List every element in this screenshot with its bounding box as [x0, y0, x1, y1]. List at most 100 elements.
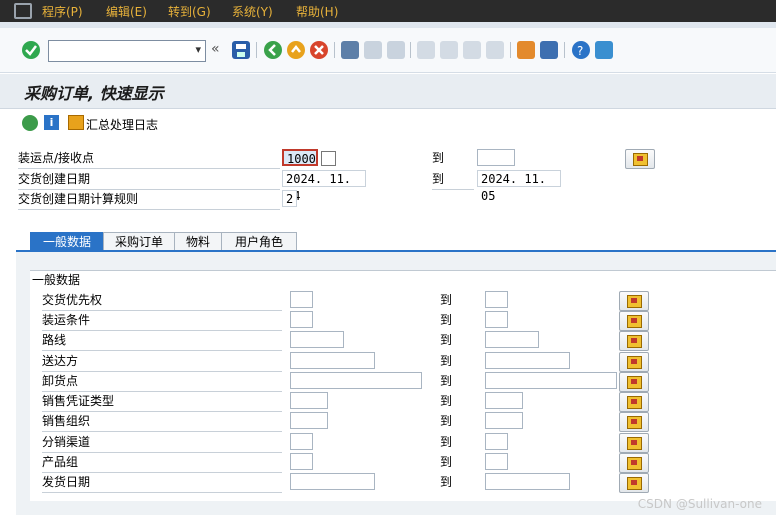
chevron-down-icon[interactable]: ▾	[195, 43, 201, 56]
goods-issue-date-from-input[interactable]	[290, 473, 375, 490]
multiple-selection-icon	[627, 437, 642, 450]
multiple-selection-icon	[627, 295, 642, 308]
delivery-priority-from-input[interactable]	[290, 291, 313, 308]
goods-issue-date-to-input[interactable]	[485, 473, 570, 490]
shipping-point-to-input[interactable]	[477, 149, 515, 166]
tab-user-role[interactable]: 用户角色	[221, 232, 297, 251]
division-from-input[interactable]	[290, 453, 313, 470]
exit-icon[interactable]	[287, 41, 305, 59]
multiple-selection-icon	[627, 315, 642, 328]
sales-doc-type-from-input[interactable]	[290, 392, 328, 409]
log-button-label[interactable]: 汇总处理日志	[86, 116, 158, 133]
new-session-icon[interactable]	[517, 41, 535, 59]
sales-org-to-label: 到	[440, 414, 453, 428]
sales-org-to-input[interactable]	[485, 412, 523, 429]
shipping-condition-to-label: 到	[440, 313, 453, 327]
delivery-date-from-input[interactable]: 2024. 11. 04	[282, 170, 366, 203]
multiple-selection-icon	[627, 457, 642, 470]
menu-system[interactable]: 系统(Y)	[232, 3, 273, 20]
tab-material[interactable]: 物料	[174, 232, 222, 251]
delivery-priority-to-input[interactable]	[485, 291, 508, 308]
division-label: 产品组	[42, 453, 282, 473]
delivery-priority-multi-button[interactable]	[619, 291, 649, 311]
shipping-point-input[interactable]: 1000	[282, 149, 318, 166]
distribution-channel-from-input[interactable]	[290, 433, 313, 450]
ship-to-party-to-input[interactable]	[485, 352, 570, 369]
distribution-channel-to-input[interactable]	[485, 433, 508, 450]
sales-doc-type-multi-button[interactable]	[619, 392, 649, 412]
route-label: 路线	[42, 331, 282, 351]
standard-toolbar: ▾ « ?	[0, 28, 776, 73]
shortcut-icon[interactable]	[540, 41, 558, 59]
execute-icon[interactable]	[22, 115, 38, 131]
tab-purchase-order[interactable]: 采购订单	[103, 232, 175, 251]
route-to-label: 到	[440, 333, 453, 347]
route-from-input[interactable]	[290, 331, 344, 348]
enter-icon[interactable]	[22, 41, 40, 59]
division-multi-button[interactable]	[619, 453, 649, 473]
delivery-priority-to-label: 到	[440, 293, 453, 307]
title-bar: 采购订单, 快速显示	[0, 74, 776, 109]
sales-org-multi-button[interactable]	[619, 412, 649, 432]
toolbar-divider	[410, 42, 411, 58]
command-field[interactable]: ▾	[48, 40, 206, 62]
toolbar-divider	[564, 42, 565, 58]
sap-menu-icon[interactable]	[14, 3, 32, 19]
division-to-input[interactable]	[485, 453, 508, 470]
collapse-icon[interactable]: «	[211, 41, 220, 57]
shipping-condition-from-input[interactable]	[290, 311, 313, 328]
sales-org-from-input[interactable]	[290, 412, 328, 429]
find-next-icon[interactable]	[387, 41, 405, 59]
cancel-icon[interactable]	[310, 41, 328, 59]
sales-org-label: 销售组织	[42, 412, 282, 432]
tab-general-data[interactable]: 一般数据	[30, 232, 104, 251]
find-icon[interactable]	[364, 41, 382, 59]
route-to-input[interactable]	[485, 331, 539, 348]
date-rule-input[interactable]: 2	[282, 190, 297, 207]
next-page-icon[interactable]	[463, 41, 481, 59]
menu-goto[interactable]: 转到(G)	[168, 3, 211, 20]
unloading-point-multi-button[interactable]	[619, 372, 649, 392]
multiple-selection-icon	[627, 335, 642, 348]
shipping-condition-multi-button[interactable]	[619, 311, 649, 331]
distribution-channel-to-label: 到	[440, 435, 453, 449]
multiple-selection-icon	[633, 153, 648, 166]
sales-doc-type-to-input[interactable]	[485, 392, 523, 409]
log-icon[interactable]	[68, 115, 84, 130]
print-icon[interactable]	[341, 41, 359, 59]
date-rule-label: 交货创建日期计算规则	[18, 190, 280, 210]
menu-help[interactable]: 帮助(H)	[296, 3, 338, 20]
menu-program[interactable]: 程序(P)	[42, 3, 83, 20]
back-icon[interactable]	[264, 41, 282, 59]
unloading-point-to-label: 到	[440, 374, 453, 388]
delivery-date-to-input[interactable]: 2024. 11. 05	[477, 170, 561, 203]
delivery-priority-label: 交货优先权	[42, 291, 282, 311]
shipping-condition-to-input[interactable]	[485, 311, 508, 328]
distribution-channel-multi-button[interactable]	[619, 433, 649, 453]
ship-to-party-multi-button[interactable]	[619, 352, 649, 372]
last-page-icon[interactable]	[486, 41, 504, 59]
svg-text:?: ?	[577, 44, 583, 58]
watermark: CSDN @Sullivan-one	[637, 497, 762, 511]
sales-doc-type-to-label: 到	[440, 394, 453, 408]
route-multi-button[interactable]	[619, 331, 649, 351]
customize-layout-icon[interactable]	[595, 41, 613, 59]
menu-edit[interactable]: 编辑(E)	[106, 3, 147, 20]
save-icon[interactable]	[232, 41, 250, 59]
ship-to-party-from-input[interactable]	[290, 352, 375, 369]
distribution-channel-label: 分销渠道	[42, 433, 282, 453]
value-help-icon[interactable]	[321, 151, 336, 166]
goods-issue-date-multi-button[interactable]	[619, 473, 649, 493]
info-icon[interactable]: i	[44, 115, 59, 130]
multiple-selection-icon	[627, 356, 642, 369]
unloading-point-from-input[interactable]	[290, 372, 422, 389]
multiple-selection-button[interactable]	[625, 149, 655, 169]
toolbar-divider	[256, 42, 257, 58]
first-page-icon[interactable]	[417, 41, 435, 59]
menu-bar: 程序(P) 编辑(E) 转到(G) 系统(Y) 帮助(H)	[0, 0, 776, 22]
shipping-condition-label: 装运条件	[42, 311, 282, 331]
help-icon[interactable]: ?	[572, 41, 590, 59]
unloading-point-to-input[interactable]	[485, 372, 617, 389]
ship-to-party-to-label: 到	[440, 354, 453, 368]
prev-page-icon[interactable]	[440, 41, 458, 59]
